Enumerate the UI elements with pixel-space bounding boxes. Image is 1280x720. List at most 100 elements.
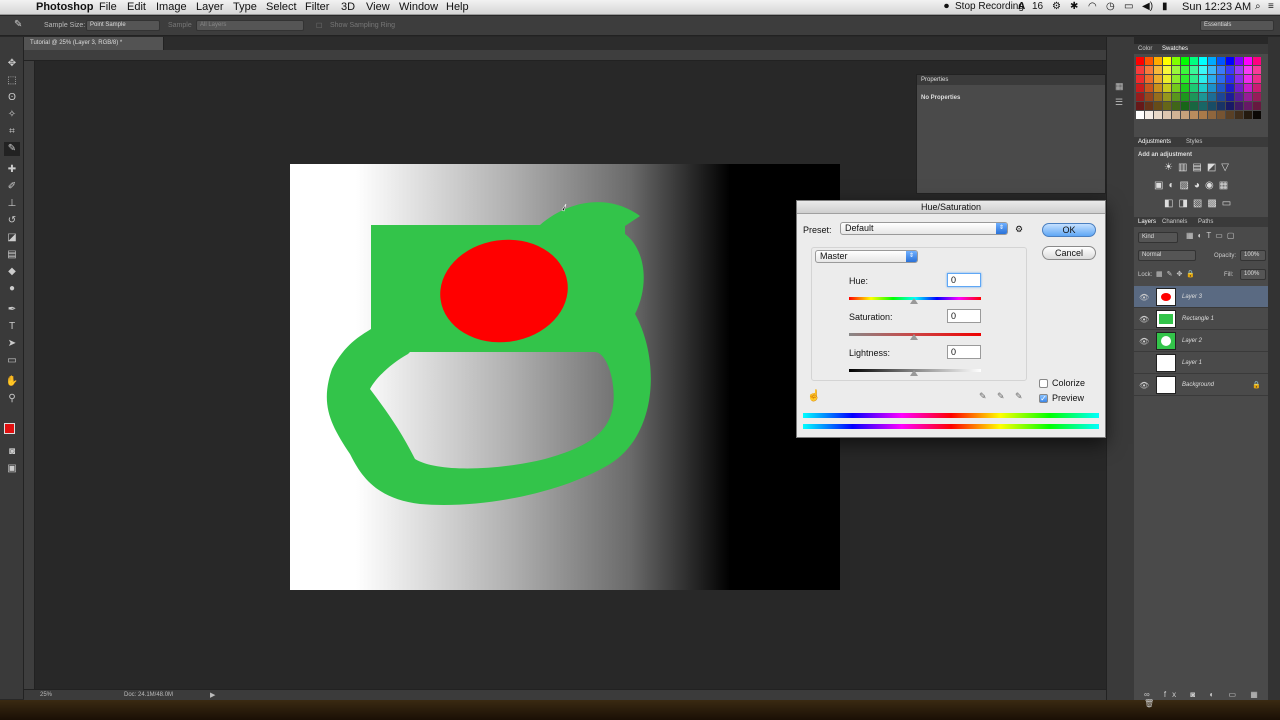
- swatch[interactable]: [1253, 66, 1261, 74]
- spotlight-icon[interactable]: ⌕: [1255, 1, 1261, 12]
- swatch[interactable]: [1217, 84, 1225, 92]
- swatch[interactable]: [1199, 57, 1207, 65]
- swatch[interactable]: [1172, 75, 1180, 83]
- saturation-field[interactable]: 0: [947, 309, 981, 323]
- swatch[interactable]: [1190, 93, 1198, 101]
- swatch[interactable]: [1226, 111, 1234, 119]
- properties-header[interactable]: Properties: [917, 75, 1105, 85]
- cancel-button[interactable]: Cancel: [1042, 246, 1096, 260]
- swatch[interactable]: [1208, 75, 1216, 83]
- visibility-eye-icon[interactable]: 👁: [1139, 381, 1149, 390]
- swatch[interactable]: [1244, 66, 1252, 74]
- swatch[interactable]: [1172, 66, 1180, 74]
- swatch[interactable]: [1199, 102, 1207, 110]
- tab-adjustments[interactable]: Adjustments: [1138, 139, 1171, 145]
- lightness-field[interactable]: 0: [947, 345, 981, 359]
- swatch[interactable]: [1136, 57, 1144, 65]
- gear-status-icon[interactable]: ⚙: [1052, 1, 1061, 12]
- swatch[interactable]: [1190, 57, 1198, 65]
- blur-tool-icon[interactable]: ◆: [4, 265, 20, 279]
- swatch[interactable]: [1181, 111, 1189, 119]
- preview-checkbox[interactable]: ✓: [1039, 394, 1048, 403]
- lightness-slider-thumb[interactable]: [910, 370, 918, 376]
- layer-name[interactable]: Layer 3: [1182, 294, 1202, 300]
- swatch[interactable]: [1163, 102, 1171, 110]
- layer-row[interactable]: 👁 Layer 3: [1134, 286, 1268, 308]
- preset-select[interactable]: Default ⇕: [840, 222, 1008, 235]
- battery-icon[interactable]: ▮: [1162, 1, 1168, 12]
- swatch[interactable]: [1217, 93, 1225, 101]
- swatch[interactable]: [1145, 75, 1153, 83]
- swatch[interactable]: [1253, 57, 1261, 65]
- swatch[interactable]: [1181, 84, 1189, 92]
- swatch[interactable]: [1181, 66, 1189, 74]
- swatch[interactable]: [1145, 84, 1153, 92]
- swatch[interactable]: [1163, 111, 1171, 119]
- swatch[interactable]: [1145, 66, 1153, 74]
- swatch[interactable]: [1217, 66, 1225, 74]
- horizontal-ruler[interactable]: [24, 50, 1106, 61]
- visibility-eye-icon[interactable]: ▫: [1139, 359, 1142, 368]
- swatch[interactable]: [1154, 75, 1162, 83]
- swatch[interactable]: [1226, 93, 1234, 101]
- swatch[interactable]: [1181, 93, 1189, 101]
- gradient-tool-icon[interactable]: ▤: [4, 248, 20, 262]
- layer-name[interactable]: Layer 1: [1182, 360, 1202, 366]
- swatch[interactable]: [1172, 102, 1180, 110]
- tab-channels[interactable]: Channels: [1162, 219, 1187, 225]
- eyedropper-minus-icon[interactable]: ✎: [1015, 391, 1023, 402]
- swatch[interactable]: [1199, 111, 1207, 119]
- menu-select[interactable]: Select: [266, 1, 297, 13]
- swatch[interactable]: [1145, 57, 1153, 65]
- shape-tool-icon[interactable]: ▭: [4, 354, 20, 368]
- eyedropper-tool-icon[interactable]: ✎: [14, 19, 22, 30]
- quick-select-tool-icon[interactable]: ✧: [4, 108, 20, 122]
- swatch[interactable]: [1172, 111, 1180, 119]
- zoom-tool-icon[interactable]: ⚲: [4, 392, 20, 406]
- swatch[interactable]: [1181, 102, 1189, 110]
- channel-select[interactable]: Master ⇕: [815, 250, 918, 263]
- targeted-adjustment-hand-icon[interactable]: ☝: [807, 389, 821, 402]
- clock[interactable]: Sun 12:23 AM: [1182, 1, 1251, 13]
- swatch[interactable]: [1163, 84, 1171, 92]
- swatch[interactable]: [1235, 75, 1243, 83]
- swatch[interactable]: [1145, 102, 1153, 110]
- swatch[interactable]: [1253, 93, 1261, 101]
- move-tool-icon[interactable]: ✥: [4, 57, 20, 71]
- swatch[interactable]: [1172, 57, 1180, 65]
- swatch[interactable]: [1145, 93, 1153, 101]
- swatch[interactable]: [1136, 111, 1144, 119]
- swatch[interactable]: [1190, 75, 1198, 83]
- hue-field[interactable]: 0: [947, 273, 981, 287]
- swatch[interactable]: [1253, 75, 1261, 83]
- swatch[interactable]: [1208, 66, 1216, 74]
- app-menu[interactable]: Photoshop: [36, 1, 93, 13]
- swatch[interactable]: [1163, 66, 1171, 74]
- layer-filter-icons[interactable]: ▦◐T▭▢: [1186, 231, 1238, 240]
- swatch[interactable]: [1190, 102, 1198, 110]
- menu-help[interactable]: Help: [446, 1, 469, 13]
- adjustment-icons-row-2[interactable]: ▣◐▨◕◉▦: [1154, 180, 1233, 191]
- type-tool-icon[interactable]: T: [4, 320, 20, 334]
- record-icon[interactable]: ⏺: [944, 1, 949, 12]
- swatch[interactable]: [1244, 75, 1252, 83]
- adjustment-icons-row-3[interactable]: ◧◨▧▩▭: [1164, 198, 1236, 209]
- notification-center-icon[interactable]: ≡: [1268, 1, 1274, 12]
- volume-icon[interactable]: ◀): [1142, 1, 1153, 12]
- swatch[interactable]: [1235, 57, 1243, 65]
- sampling-ring-checkbox[interactable]: ☐: [316, 22, 322, 30]
- tab-paths[interactable]: Paths: [1198, 219, 1213, 225]
- colorize-checkbox[interactable]: [1039, 379, 1048, 388]
- swatch[interactable]: [1217, 75, 1225, 83]
- swatch[interactable]: [1253, 102, 1261, 110]
- history-brush-tool-icon[interactable]: ↺: [4, 214, 20, 228]
- dialog-title[interactable]: Hue/Saturation: [797, 201, 1105, 214]
- swatch[interactable]: [1217, 102, 1225, 110]
- menu-window[interactable]: Window: [399, 1, 438, 13]
- swatch[interactable]: [1154, 111, 1162, 119]
- ok-button[interactable]: OK: [1042, 223, 1096, 237]
- visibility-eye-icon[interactable]: 👁: [1139, 337, 1149, 346]
- swatch[interactable]: [1226, 102, 1234, 110]
- hand-tool-icon[interactable]: ✋: [4, 375, 20, 389]
- bluetooth-icon[interactable]: ✱: [1070, 1, 1078, 12]
